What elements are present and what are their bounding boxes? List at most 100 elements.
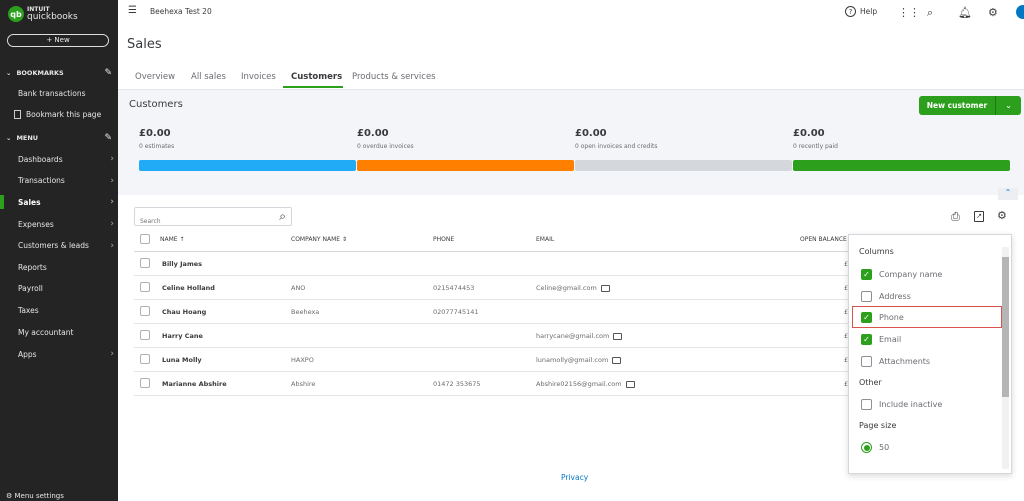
chevron-right-icon: › <box>110 175 114 186</box>
option-label: Company name <box>879 270 943 279</box>
sidebar-item-taxes[interactable]: Taxes <box>18 306 114 315</box>
table-settings-gear-icon[interactable]: ⚙ <box>997 209 1007 222</box>
sidebar-item-expenses[interactable]: Expenses › <box>18 219 114 229</box>
edit-pencil-icon[interactable]: ✎ <box>104 68 112 78</box>
column-header-name[interactable]: NAME ↑ <box>160 236 185 243</box>
sidebar-item-label: Taxes <box>18 305 39 315</box>
bookmarks-section[interactable]: ⌄ BOOKMARKS ✎ <box>6 68 112 78</box>
checkbox[interactable]: ✓ <box>861 312 872 324</box>
tab-products-services[interactable]: Products & services <box>352 72 436 82</box>
quickbooks-logo[interactable]: qb INTUIT quickbooks <box>8 6 78 22</box>
stat-bar[interactable] <box>357 160 574 171</box>
search-input[interactable] <box>140 218 270 225</box>
table-row[interactable]: Harry Cane harrycane@gmail.com £ <box>134 324 850 348</box>
checkbox[interactable] <box>861 290 872 302</box>
mail-icon[interactable] <box>612 356 622 364</box>
table-row[interactable]: Billy James £ <box>134 252 850 276</box>
option-attachments[interactable]: Attachments <box>861 355 930 367</box>
option-phone[interactable]: ✓ Phone <box>861 312 904 324</box>
checkbox[interactable]: ✓ <box>861 334 872 346</box>
bookmark-this-page[interactable]: Bookmark this page <box>14 110 110 119</box>
row-checkbox[interactable] <box>140 282 150 292</box>
email[interactable]: Abshire02156@gmail.com <box>536 380 622 388</box>
include-inactive-checkbox[interactable] <box>861 399 872 410</box>
sidebar-item-payroll[interactable]: Payroll <box>18 284 114 293</box>
collapse-summary-chevron-up-icon[interactable]: ⌃ <box>998 188 1018 200</box>
customer-name[interactable]: Luna Molly <box>162 356 202 364</box>
sidebar-item-apps[interactable]: Apps › <box>18 349 114 359</box>
mail-icon[interactable] <box>613 332 623 340</box>
stat-bar[interactable] <box>793 160 1010 171</box>
row-checkbox[interactable] <box>140 378 150 388</box>
search-box: ⌕ <box>134 207 292 226</box>
sidebar-item-sales[interactable]: Sales › <box>18 197 114 207</box>
table-row[interactable]: Chau Hoang Beehexa 02077745141 £ <box>134 300 850 324</box>
column-header-company[interactable]: COMPANY NAME ⇕ <box>291 236 347 243</box>
gear-icon[interactable]: ⚙ <box>988 6 998 19</box>
phone: 0215474453 <box>433 284 475 292</box>
email[interactable]: Celine@gmail.com <box>536 284 597 292</box>
checkbox[interactable]: ✓ <box>861 269 872 280</box>
apps-grid-icon[interactable]: ⋮⋮ <box>898 6 920 19</box>
bell-icon[interactable]: 🔔︎ <box>958 6 972 19</box>
customer-name[interactable]: Chau Hoang <box>162 308 206 316</box>
sidebar-item-transactions[interactable]: Transactions › <box>18 176 114 186</box>
search-icon[interactable]: ⌕ <box>927 6 933 20</box>
email[interactable]: lunamolly@gmail.com <box>536 356 608 364</box>
active-tab-underline <box>283 86 343 88</box>
table-row[interactable]: Marianne Abshire Abshire 01472 353675 Ab… <box>134 372 850 396</box>
table-row[interactable]: Celine Holland ANO 0215474453 Celine@gma… <box>134 276 850 300</box>
option-email[interactable]: ✓ Email <box>861 334 901 346</box>
help-label: Help <box>860 7 878 16</box>
collapse-menu-icon[interactable]: ☰ <box>128 5 137 16</box>
customer-name[interactable]: Billy James <box>162 260 202 268</box>
stat-bar[interactable] <box>575 160 792 171</box>
customer-name[interactable]: Celine Holland <box>162 284 215 292</box>
chevron-down-icon[interactable]: ⌄ <box>996 96 1021 115</box>
option-include-inactive[interactable]: Include inactive <box>861 399 942 410</box>
bookmark-bank-transactions[interactable]: Bank transactions <box>18 89 114 98</box>
edit-pencil-icon[interactable]: ✎ <box>104 133 112 143</box>
row-checkbox[interactable] <box>140 330 150 340</box>
company-name: HAXPO <box>291 356 314 364</box>
mail-icon[interactable] <box>625 380 635 388</box>
export-icon[interactable]: ↗ <box>974 211 984 222</box>
email[interactable]: harrycane@gmail.com <box>536 332 609 340</box>
search-icon[interactable]: ⌕ <box>279 209 286 224</box>
avatar[interactable] <box>1016 5 1024 19</box>
page-size-option-50[interactable]: 50 <box>861 442 889 453</box>
tab-customers[interactable]: Customers <box>291 72 342 82</box>
new-customer-button[interactable]: New customer <box>919 96 996 115</box>
chevron-right-icon: › <box>110 154 114 164</box>
menu-settings[interactable]: ⚙ Menu settings <box>6 492 64 500</box>
sidebar-item-label: Transactions <box>18 176 65 186</box>
menu-section[interactable]: ⌄ MENU ✎ <box>6 133 112 143</box>
tab-overview[interactable]: Overview <box>135 72 175 82</box>
tab-invoices[interactable]: Invoices <box>241 72 276 82</box>
sidebar-item-customers-leads[interactable]: Customers & leads › <box>18 241 114 251</box>
table-row[interactable]: Luna Molly HAXPO lunamolly@gmail.com £ <box>134 348 850 372</box>
sidebar-item-reports[interactable]: Reports <box>18 263 114 272</box>
select-all-checkbox[interactable] <box>140 234 150 244</box>
customer-name[interactable]: Harry Cane <box>162 332 203 340</box>
tab-all-sales[interactable]: All sales <box>191 72 226 82</box>
checkbox[interactable] <box>861 355 872 367</box>
customer-name[interactable]: Marianne Abshire <box>162 380 227 388</box>
new-button[interactable]: + New <box>7 34 109 47</box>
row-checkbox[interactable] <box>140 258 150 268</box>
option-company-name[interactable]: ✓ Company name <box>861 269 942 280</box>
row-checkbox[interactable] <box>140 306 150 316</box>
radio-selected[interactable] <box>861 442 872 453</box>
stat-bar[interactable] <box>139 160 356 171</box>
print-icon[interactable]: ⎙ <box>951 210 960 224</box>
column-header-phone: PHONE <box>433 236 455 243</box>
column-header-open-balance[interactable]: OPEN BALANCE <box>800 236 850 243</box>
privacy-link[interactable]: Privacy <box>561 473 588 482</box>
option-address[interactable]: Address <box>861 290 911 302</box>
help-button[interactable]: ? Help <box>845 6 877 17</box>
row-checkbox[interactable] <box>140 354 150 364</box>
popup-scrollbar[interactable] <box>1002 247 1009 469</box>
sidebar-item-my-accountant[interactable]: My accountant <box>18 328 114 337</box>
sidebar-item-dashboards[interactable]: Dashboards › <box>18 154 114 164</box>
mail-icon[interactable] <box>600 284 610 292</box>
